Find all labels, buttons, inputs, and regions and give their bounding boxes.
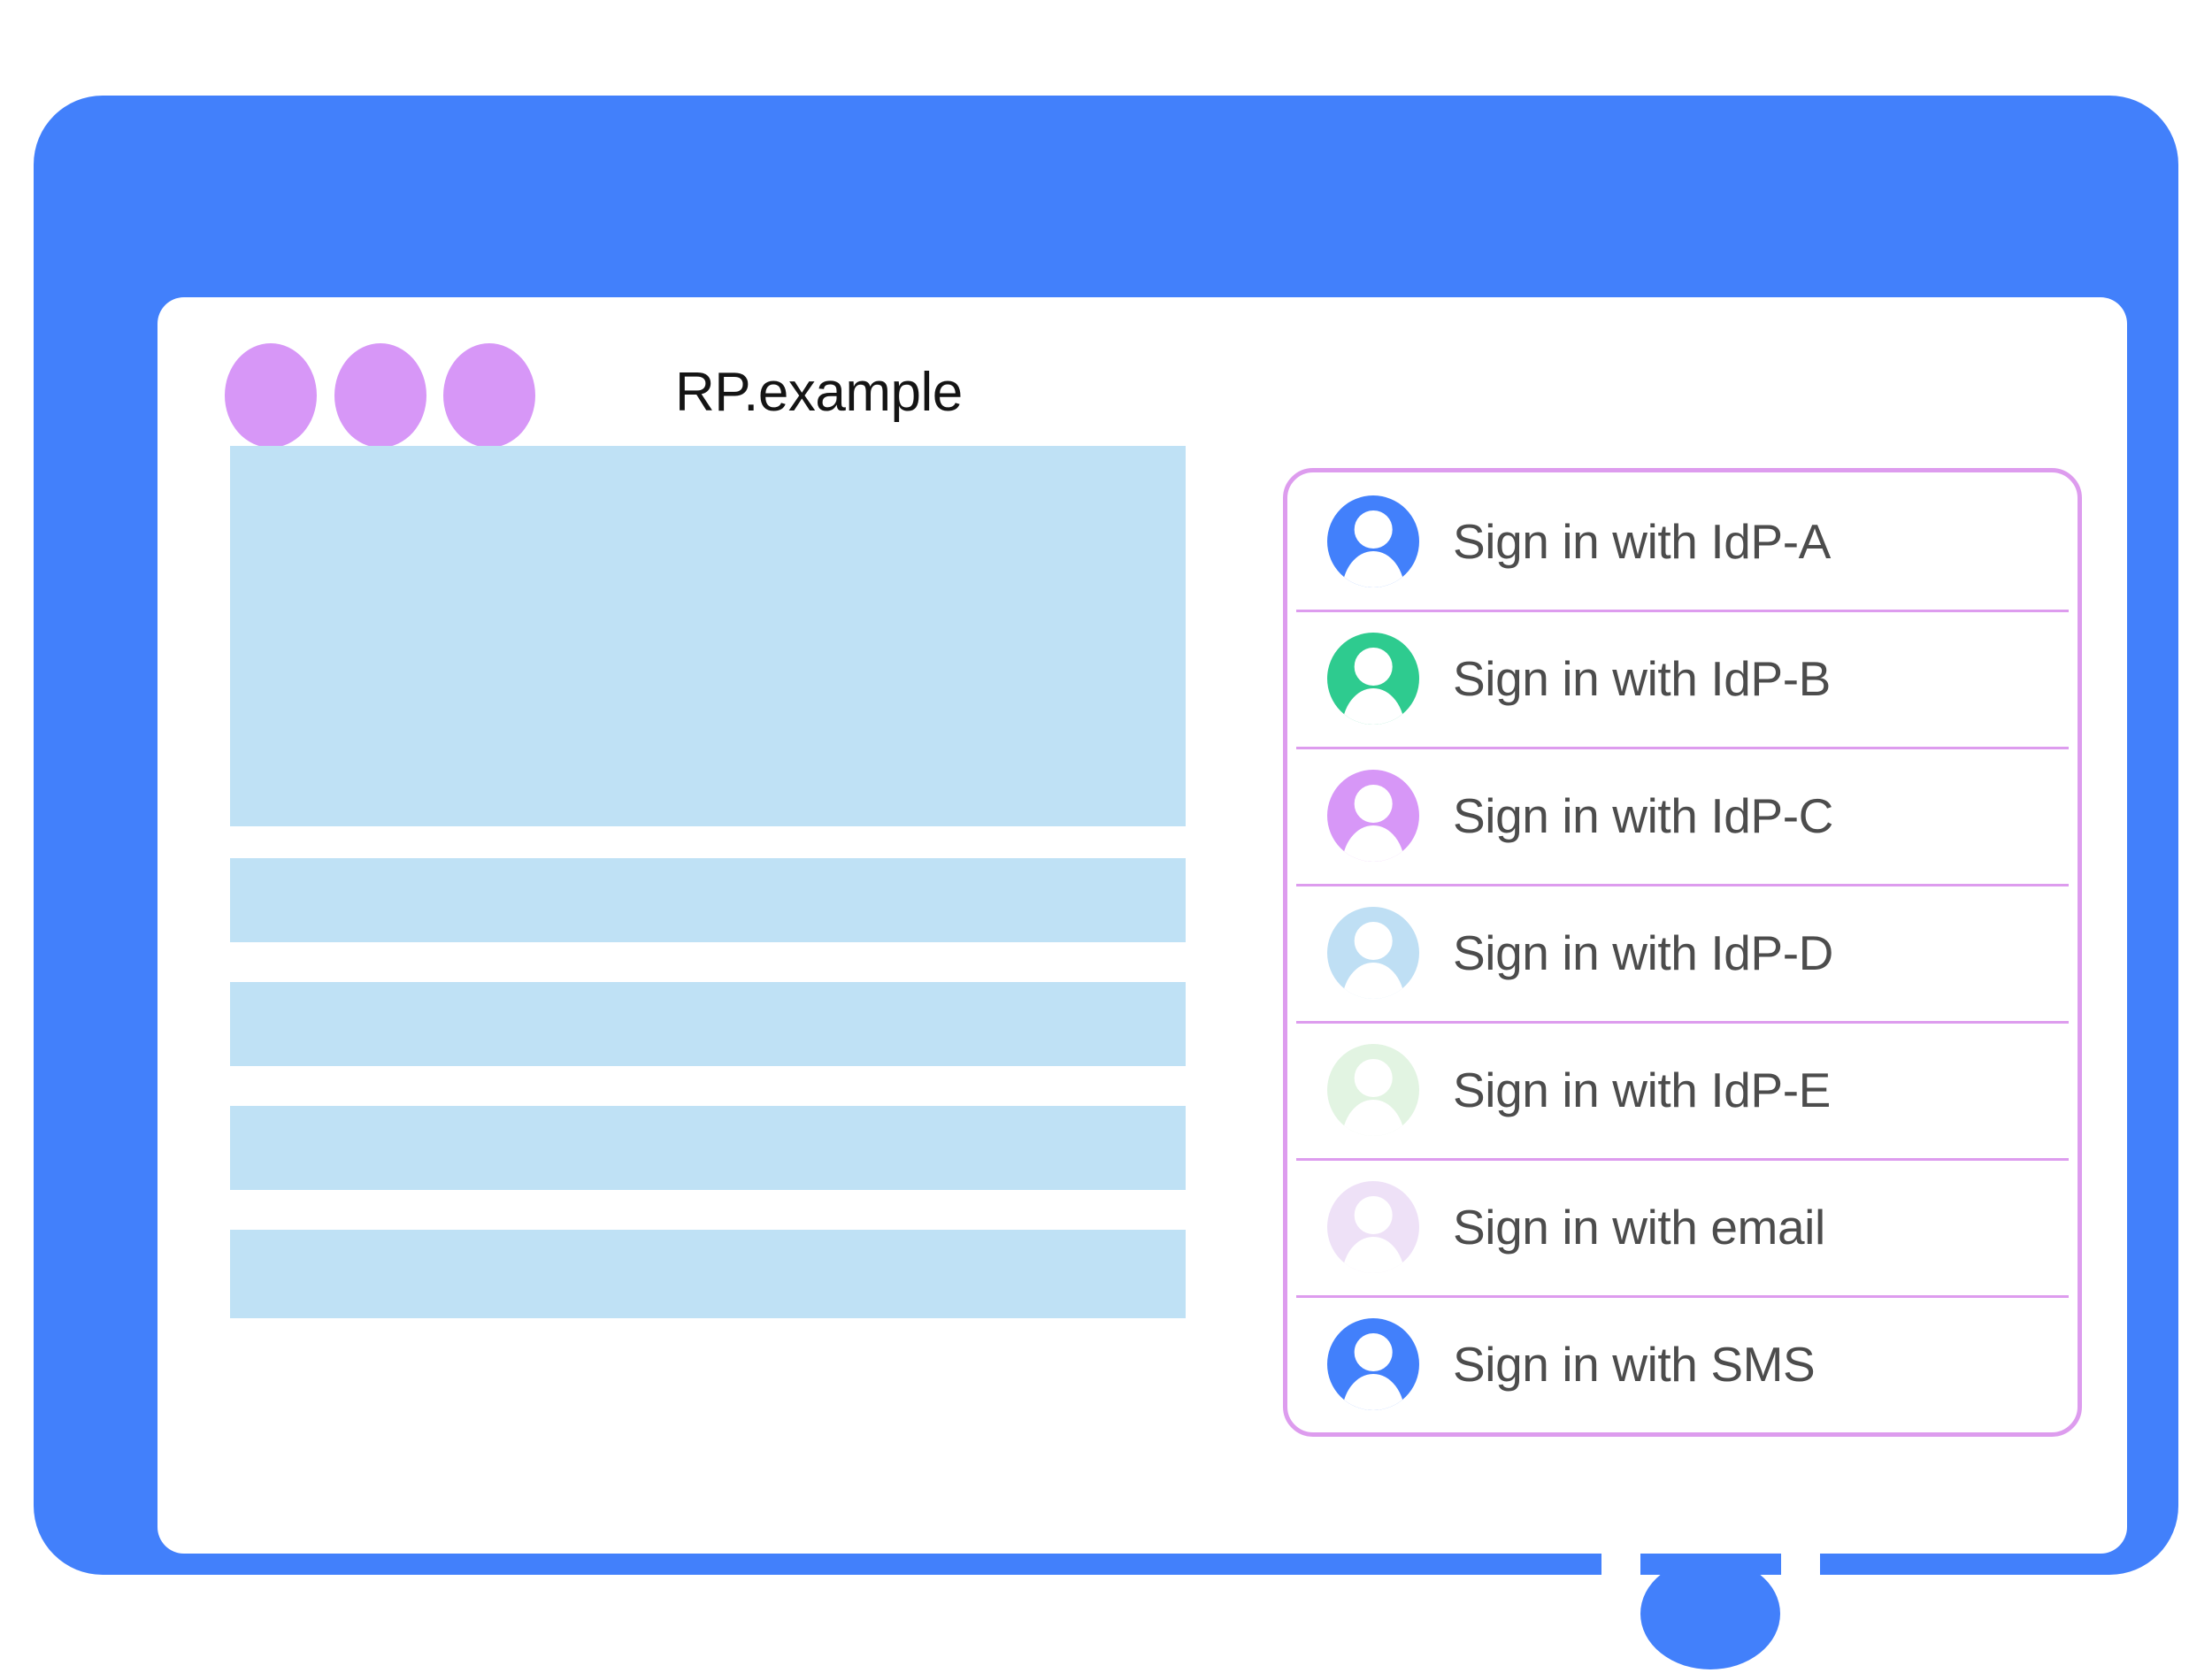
bezel-gap-left bbox=[1601, 1554, 1640, 1673]
window-dot-3[interactable] bbox=[443, 343, 535, 448]
account-row-label: Sign in with IdP-B bbox=[1453, 650, 1831, 706]
content-line-placeholder-3 bbox=[230, 1106, 1186, 1190]
account-row-idp-d[interactable]: Sign in with IdP-D bbox=[1287, 884, 2078, 1021]
window-dot-2[interactable] bbox=[334, 343, 426, 448]
account-row-idp-a[interactable]: Sign in with IdP-A bbox=[1287, 472, 2078, 610]
account-row-email[interactable]: Sign in with email bbox=[1287, 1158, 2078, 1295]
person-avatar-icon bbox=[1327, 1317, 1419, 1410]
content-hero-placeholder bbox=[230, 446, 1186, 826]
content-line-placeholder-1 bbox=[230, 858, 1186, 942]
account-row-label: Sign in with IdP-C bbox=[1453, 787, 1833, 843]
page-title: RP.example bbox=[675, 362, 963, 423]
home-button[interactable] bbox=[1640, 1558, 1780, 1669]
account-row-label: Sign in with IdP-D bbox=[1453, 925, 1833, 980]
account-row-label: Sign in with IdP-A bbox=[1453, 513, 1831, 569]
person-avatar-icon bbox=[1327, 632, 1419, 725]
person-avatar-icon bbox=[1327, 1180, 1419, 1273]
account-row-idp-e[interactable]: Sign in with IdP-E bbox=[1287, 1021, 2078, 1158]
account-row-sms[interactable]: Sign in with SMS bbox=[1287, 1295, 2078, 1432]
account-row-label: Sign in with IdP-E bbox=[1453, 1062, 1831, 1117]
content-line-placeholder-2 bbox=[230, 982, 1186, 1066]
person-avatar-icon bbox=[1327, 769, 1419, 862]
person-avatar-icon bbox=[1327, 495, 1419, 587]
account-chooser-panel: Sign in with IdP-A Sign in with IdP-B Si… bbox=[1283, 468, 2082, 1437]
account-row-idp-b[interactable]: Sign in with IdP-B bbox=[1287, 610, 2078, 747]
app-header: RP.example bbox=[157, 297, 2127, 465]
person-avatar-icon bbox=[1327, 1043, 1419, 1136]
device-frame: RP.example Sign in with IdP-A Sign in wi… bbox=[34, 96, 2178, 1673]
content-line-placeholder-4 bbox=[230, 1230, 1186, 1318]
content-placeholders bbox=[230, 446, 1186, 1318]
account-row-idp-c[interactable]: Sign in with IdP-C bbox=[1287, 747, 2078, 884]
account-row-label: Sign in with SMS bbox=[1453, 1336, 1816, 1392]
window-dot-1[interactable] bbox=[225, 343, 317, 448]
account-row-label: Sign in with email bbox=[1453, 1199, 1825, 1255]
person-avatar-icon bbox=[1327, 906, 1419, 999]
bezel-gap-right bbox=[1781, 1554, 1820, 1673]
screen: RP.example Sign in with IdP-A Sign in wi… bbox=[157, 297, 2127, 1554]
